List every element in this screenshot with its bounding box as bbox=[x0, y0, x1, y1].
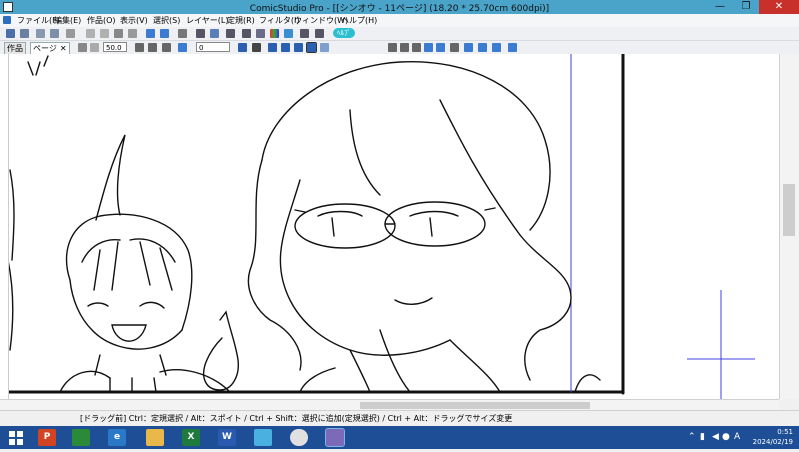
menu-ruler[interactable]: 定規(R) bbox=[227, 15, 255, 26]
help-badge[interactable]: ﾍﾙﾌﾟ bbox=[333, 28, 355, 38]
pen-icon[interactable] bbox=[388, 43, 397, 52]
ruler-tool-icon[interactable] bbox=[400, 43, 409, 52]
save-icon[interactable] bbox=[36, 29, 45, 38]
rotate-right-icon[interactable] bbox=[252, 43, 261, 52]
taskbar: P e X W ⌃ ▮ ◀ ● A 0:51 2024/02/19 bbox=[0, 426, 799, 449]
speaker-icon[interactable]: ◀ bbox=[712, 432, 719, 442]
window-title: ComicStudio Pro - [[シンオウ - 11ページ] (18.20… bbox=[249, 4, 550, 14]
canvas-toolbar: 作品 ページ ✕ 50.0 0 bbox=[0, 41, 799, 55]
menu-layer[interactable]: レイヤー(L) bbox=[186, 15, 228, 26]
network-icon[interactable]: ▮ bbox=[700, 432, 705, 442]
snap-icon[interactable] bbox=[306, 42, 317, 53]
open-icon[interactable] bbox=[20, 29, 29, 38]
menu-bar: ファイル(F) 編集(E) 作品(O) 表示(V) 選択(S) レイヤー(L) … bbox=[0, 14, 799, 27]
store-icon[interactable] bbox=[72, 429, 90, 446]
copy-icon[interactable] bbox=[100, 29, 109, 38]
fit-icon[interactable] bbox=[78, 43, 87, 52]
vertical-scrollbar[interactable] bbox=[779, 54, 799, 399]
select-icon[interactable] bbox=[424, 43, 433, 52]
browser-icon[interactable]: e bbox=[108, 429, 126, 446]
utility-app-icon[interactable] bbox=[254, 429, 272, 446]
layer-icon[interactable] bbox=[436, 43, 445, 52]
drawing-canvas[interactable] bbox=[0, 54, 779, 399]
ruler-icon-1[interactable] bbox=[268, 43, 277, 52]
tab-work[interactable]: 作品 bbox=[4, 42, 26, 54]
new-icon[interactable] bbox=[6, 29, 15, 38]
ruler-icon-2[interactable] bbox=[281, 43, 290, 52]
system-clock[interactable]: 0:51 2024/02/19 bbox=[753, 427, 793, 447]
cut-icon[interactable] bbox=[86, 29, 95, 38]
word-icon[interactable]: W bbox=[218, 429, 236, 446]
chrome-icon[interactable] bbox=[290, 429, 308, 446]
horizontal-scroll-thumb[interactable] bbox=[360, 402, 590, 409]
view-icon-1[interactable] bbox=[196, 29, 205, 38]
flip-icon[interactable] bbox=[238, 43, 247, 52]
redo-icon[interactable] bbox=[160, 29, 169, 38]
panel-icon-3[interactable] bbox=[284, 29, 293, 38]
menu-work[interactable]: 作品(O) bbox=[87, 15, 116, 26]
vertical-scroll-thumb[interactable] bbox=[783, 184, 795, 236]
document-menu-icon[interactable] bbox=[3, 16, 11, 24]
onedrive-icon[interactable]: ● bbox=[722, 432, 730, 442]
menu-help[interactable]: ヘルプ(H) bbox=[341, 15, 377, 26]
view-icon-2[interactable] bbox=[210, 29, 219, 38]
left-ruler bbox=[0, 54, 9, 399]
fit-page-icon[interactable] bbox=[162, 43, 171, 52]
view-icon-3[interactable] bbox=[226, 29, 235, 38]
clock-date: 2024/02/19 bbox=[752, 438, 793, 446]
comicstudio-taskbar-icon[interactable] bbox=[325, 428, 345, 447]
zoom-out-icon[interactable] bbox=[148, 43, 157, 52]
paste-icon[interactable] bbox=[114, 29, 123, 38]
status-hint: [ドラッグ前] Ctrl：定規選択 / Alt：スポイト / Ctrl + Sh… bbox=[80, 414, 513, 423]
menu-edit[interactable]: 編集(E) bbox=[54, 15, 81, 26]
tab-work-label: 作品 bbox=[7, 44, 23, 53]
zoom-input[interactable]: 50.0 bbox=[103, 42, 127, 52]
status-bar: [ドラッグ前] Ctrl：定規選択 / Alt：スポイト / Ctrl + Sh… bbox=[0, 410, 799, 426]
title-bar: ComicStudio Pro - [[シンオウ - 11ページ] (18.20… bbox=[0, 0, 799, 14]
tab-close-icon[interactable]: ✕ bbox=[60, 44, 67, 53]
ruler-icon-3[interactable] bbox=[294, 43, 303, 52]
print-icon[interactable] bbox=[66, 29, 75, 38]
undo-icon[interactable] bbox=[146, 29, 155, 38]
curve-icon[interactable] bbox=[412, 43, 421, 52]
minimize-button[interactable]: — bbox=[707, 0, 733, 14]
powerpoint-icon[interactable]: P bbox=[38, 429, 56, 446]
zoom-in-icon[interactable] bbox=[135, 43, 144, 52]
grid-icon[interactable] bbox=[320, 43, 329, 52]
tab-page-label: ページ bbox=[33, 44, 57, 53]
color-icon[interactable] bbox=[270, 29, 279, 38]
zoom-icon[interactable] bbox=[90, 43, 99, 52]
save-as-icon[interactable] bbox=[50, 29, 59, 38]
menu-view[interactable]: 表示(V) bbox=[120, 15, 148, 26]
excel-icon[interactable]: X bbox=[182, 429, 200, 446]
grid-toggle-icon[interactable] bbox=[492, 43, 501, 52]
tray-arrow-icon[interactable]: ⌃ bbox=[688, 432, 696, 442]
print-preview-icon[interactable] bbox=[178, 29, 187, 38]
file-explorer-icon[interactable] bbox=[146, 429, 164, 446]
start-button[interactable] bbox=[6, 429, 26, 446]
delete-icon[interactable] bbox=[128, 29, 137, 38]
menu-select[interactable]: 選択(S) bbox=[153, 15, 180, 26]
panel-icon-2[interactable] bbox=[256, 29, 265, 38]
frame-icon[interactable] bbox=[478, 43, 487, 52]
clock-time: 0:51 bbox=[777, 428, 793, 436]
rotate-left-icon[interactable] bbox=[178, 43, 187, 52]
perspective-icon[interactable] bbox=[450, 43, 459, 52]
panel-icon-5[interactable] bbox=[315, 29, 324, 38]
panel-icon-1[interactable] bbox=[242, 29, 251, 38]
guide-toggle-icon[interactable] bbox=[508, 43, 517, 52]
close-button[interactable]: ✕ bbox=[759, 0, 799, 14]
angle-input[interactable]: 0 bbox=[196, 42, 230, 52]
main-toolbar: ﾍﾙﾌﾟ bbox=[0, 27, 799, 41]
restore-button[interactable]: ❐ bbox=[733, 0, 759, 14]
tab-page[interactable]: ページ ✕ bbox=[30, 42, 70, 54]
windows-logo-icon bbox=[9, 431, 23, 445]
ime-indicator[interactable]: A bbox=[734, 432, 740, 442]
horizontal-scrollbar[interactable] bbox=[0, 399, 779, 410]
crosshair-guide bbox=[687, 290, 755, 399]
panel-icon-4[interactable] bbox=[300, 29, 309, 38]
guide-icon[interactable] bbox=[464, 43, 473, 52]
